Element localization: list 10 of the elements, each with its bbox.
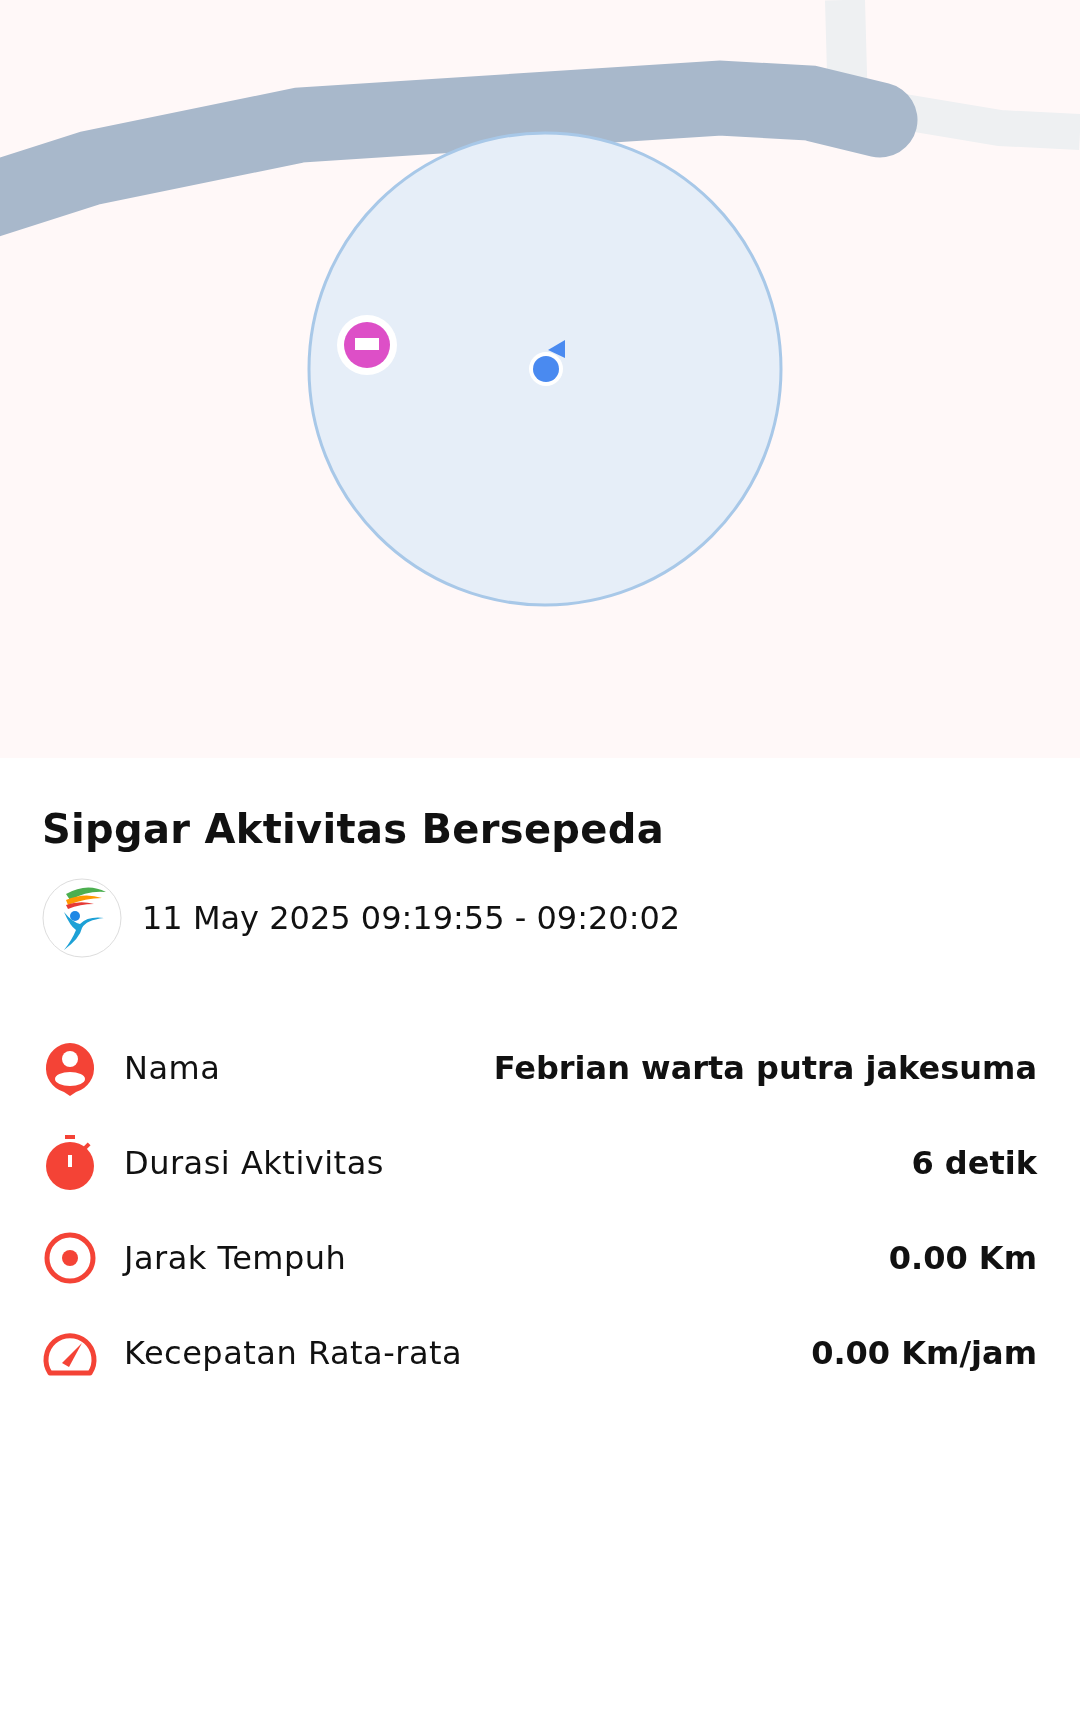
time-range: 11 May 2025 09:19:55 - 09:20:02 xyxy=(142,899,681,937)
stat-label: Nama xyxy=(124,1048,221,1087)
stat-label: Durasi Aktivitas xyxy=(124,1143,384,1182)
activity-title: Sipgar Aktivitas Bersepeda xyxy=(42,806,665,852)
stat-label: Kecepatan Rata-rata xyxy=(124,1333,463,1372)
stat-label: Jarak Tempuh xyxy=(124,1238,347,1277)
stat-value: Febrian warta putra jakesuma xyxy=(493,1048,1037,1087)
stat-value: 0.00 Km/jam xyxy=(811,1333,1037,1372)
stat-value: 6 detik xyxy=(911,1143,1037,1182)
stat-value: 0.00 Km xyxy=(888,1238,1037,1277)
